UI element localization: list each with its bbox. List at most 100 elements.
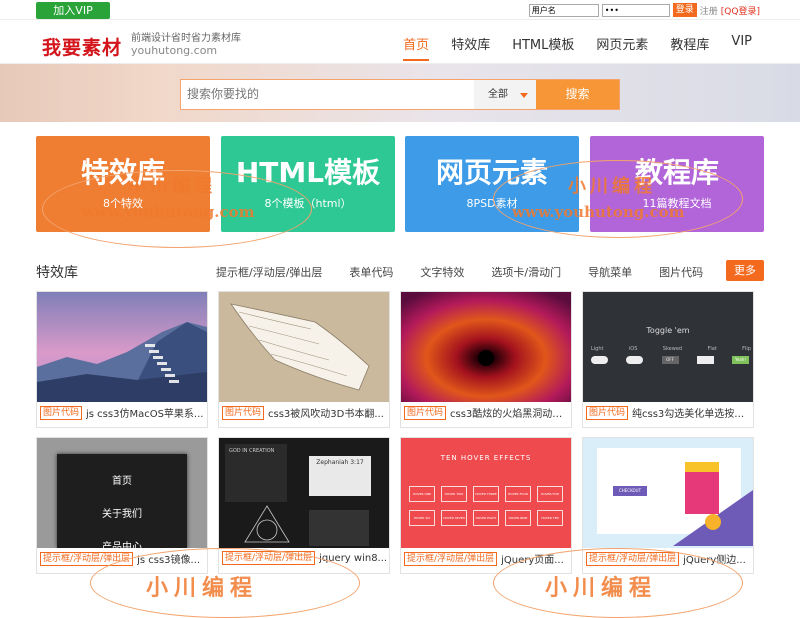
- toggle-label: iOS: [628, 346, 638, 352]
- effect-card[interactable]: 图片代码 js css3仿MacOS苹果系...: [36, 291, 208, 428]
- win8-popup-title: Zephaniah 3:17: [309, 456, 371, 496]
- toggle-switch: [626, 356, 644, 364]
- register-link[interactable]: 注册: [700, 4, 718, 17]
- search-scope-select[interactable]: 全部: [474, 80, 536, 109]
- search-input[interactable]: 搜索你要找的: [181, 80, 474, 109]
- nav-item-vip[interactable]: VIP: [731, 34, 752, 61]
- category-tag[interactable]: 提示框/浮动层/弹出层: [40, 551, 134, 566]
- effect-card[interactable]: Toggle 'em Light iOS Skewed Flat Flip OF…: [582, 291, 754, 428]
- geometric-tile-image: [244, 505, 290, 543]
- category-tag[interactable]: 图片代码: [222, 405, 265, 420]
- card-caption: 图片代码 纯css3勾选美化单选按钮...: [586, 405, 752, 420]
- category-tag[interactable]: 图片代码: [40, 405, 83, 420]
- category-tag[interactable]: 图片代码: [586, 405, 629, 420]
- toggle-label: Skewed: [662, 346, 683, 352]
- toggle-demo-title: Toggle 'em: [646, 326, 690, 335]
- card-caption: 图片代码 js css3仿MacOS苹果系...: [40, 405, 206, 420]
- hover-demo-item: HOVER NINE: [505, 510, 531, 526]
- effect-card[interactable]: TEN HOVER EFFECTS HOVER ONE HOVER TWO HOVE…: [400, 437, 572, 574]
- card-thumbnail[interactable]: CHECKOUT: [583, 438, 753, 548]
- hover-demo-item: HOVER TWO: [441, 486, 467, 502]
- join-vip-button[interactable]: 加入VIP: [36, 2, 110, 19]
- qq-login-link[interactable]: [QQ登录]: [721, 4, 760, 17]
- category-title: 教程库: [634, 156, 719, 189]
- search-bar: 搜索你要找的 全部 搜索: [180, 79, 620, 110]
- toggle-label: Flat: [707, 346, 717, 352]
- card-title[interactable]: jquery win8...: [319, 553, 387, 564]
- effect-card[interactable]: GOD IN CREATION Zephaniah 3:17 提示框/浮动层/弹…: [218, 437, 390, 574]
- effect-card[interactable]: CHECKOUT 提示框/浮动层/弹出层 jQuery侧边...: [582, 437, 754, 574]
- hover-demo-item: HOVER FIVE: [537, 486, 563, 502]
- effect-card[interactable]: 图片代码 css3酷炫的火焰黑洞动画...: [400, 291, 572, 428]
- category-tag[interactable]: 提示框/浮动层/弹出层: [586, 551, 680, 566]
- card-thumbnail[interactable]: [401, 292, 571, 402]
- card-thumbnail[interactable]: [37, 292, 207, 402]
- nav-item-web-elements[interactable]: 网页元素: [596, 34, 648, 61]
- category-tile-tutorials[interactable]: 教程库 11篇教程文档: [590, 136, 764, 232]
- category-tag[interactable]: 图片代码: [404, 405, 447, 420]
- subnav-item-image-code[interactable]: 图片代码: [659, 264, 703, 280]
- nav-item-home[interactable]: 首页: [403, 34, 430, 61]
- card-thumbnail[interactable]: Toggle 'em Light iOS Skewed Flat Flip OF…: [583, 292, 753, 402]
- effect-card[interactable]: 首页 关于我们 产品中心 提示框/浮动层/弹出层 js css3镜像...: [36, 437, 208, 574]
- shopping-bag-illustration: [673, 462, 753, 546]
- effect-card[interactable]: 图片代码 css3被风吹动3D书本翻...: [218, 291, 390, 428]
- win8-tile: [309, 510, 369, 546]
- card-title[interactable]: js css3仿MacOS苹果系...: [86, 405, 203, 420]
- login-button[interactable]: 登录: [672, 3, 697, 17]
- subnav-item-tabs[interactable]: 选项卡/滑动门: [491, 264, 561, 280]
- category-count: 8个特效: [103, 197, 143, 210]
- category-tiles: 特效库 8个特效 HTML模板 8个模板（html） 网页元素 8PSD素材 教…: [36, 136, 764, 232]
- category-tile-web-elements[interactable]: 网页元素 8PSD素材: [405, 136, 579, 232]
- card-thumbnail[interactable]: [219, 292, 389, 402]
- site-slogan: 前端设计省时省力素材库: [131, 33, 241, 44]
- card-title[interactable]: jQuery侧边...: [683, 551, 746, 566]
- checkout-button: CHECKOUT: [613, 486, 647, 496]
- toggle-demo-labels: Light iOS Skewed Flat Flip: [591, 346, 751, 352]
- category-tile-html-templates[interactable]: HTML模板 8个模板（html）: [221, 136, 395, 232]
- category-tile-effects[interactable]: 特效库 8个特效: [36, 136, 210, 232]
- caret-down-icon: [520, 93, 528, 98]
- nav-item-tutorials[interactable]: 教程库: [670, 34, 709, 61]
- card-thumbnail[interactable]: 首页 关于我们 产品中心: [37, 438, 207, 548]
- category-count: 11篇教程文档: [642, 197, 712, 210]
- site-domain: youhutong.com: [131, 44, 218, 57]
- category-tag[interactable]: 提示框/浮动层/弹出层: [404, 551, 498, 566]
- card-thumbnail[interactable]: GOD IN CREATION Zephaniah 3:17: [219, 438, 389, 548]
- watermark-text: 小川编程: [146, 575, 259, 601]
- subnav-item-text-effects[interactable]: 文字特效: [420, 264, 464, 280]
- card-title[interactable]: 纯css3勾选美化单选按钮...: [632, 405, 752, 420]
- nav-item-html-templates[interactable]: HTML模板: [512, 34, 574, 61]
- hover-demo-item: HOVER THREE: [473, 486, 499, 502]
- watermark-text: 小川编程: [545, 575, 658, 601]
- category-count: 8个模板（html）: [264, 197, 352, 210]
- menu-item: 产品中心: [102, 542, 142, 548]
- menu-item: 首页: [112, 476, 132, 487]
- toggle-label: Flip: [742, 346, 751, 352]
- card-title[interactable]: css3酷炫的火焰黑洞动画...: [450, 405, 570, 420]
- username-input[interactable]: [528, 3, 599, 17]
- site-header: 我要素材 前端设计省时省力素材库 youhutong.com 首页 特效库 HT…: [0, 20, 800, 64]
- category-tag[interactable]: 提示框/浮动层/弹出层: [222, 551, 316, 565]
- menu-item: 关于我们: [102, 509, 142, 520]
- card-title[interactable]: js css3镜像...: [137, 551, 200, 566]
- card-thumbnail[interactable]: TEN HOVER EFFECTS HOVER ONE HOVER TWO HOVE…: [401, 438, 571, 548]
- search-button[interactable]: 搜索: [536, 80, 619, 109]
- card-title[interactable]: jQuery页面...: [501, 551, 564, 566]
- more-button[interactable]: 更多: [726, 260, 764, 281]
- subnav-item-forms[interactable]: 表单代码: [349, 264, 393, 280]
- category-title: HTML模板: [235, 156, 381, 189]
- fire-blackhole-image: [401, 292, 571, 402]
- password-input[interactable]: [601, 3, 670, 17]
- subnav-item-nav-menus[interactable]: 导航菜单: [588, 264, 632, 280]
- hover-demo-item: HOVER TEN: [537, 510, 563, 526]
- search-banner: 搜索你要找的 全部 搜索: [0, 64, 800, 122]
- card-title[interactable]: css3被风吹动3D书本翻...: [268, 405, 384, 420]
- menu-panel: 首页 关于我们 产品中心: [57, 454, 187, 548]
- section-title: 特效库: [36, 265, 78, 281]
- site-logo[interactable]: 我要素材: [42, 33, 122, 60]
- category-title: 网页元素: [435, 156, 548, 189]
- subnav-item-popups[interactable]: 提示框/浮动层/弹出层: [216, 264, 322, 280]
- nav-item-effects[interactable]: 特效库: [451, 34, 490, 61]
- hover-demo-item: HOVER EIGHT: [473, 510, 499, 526]
